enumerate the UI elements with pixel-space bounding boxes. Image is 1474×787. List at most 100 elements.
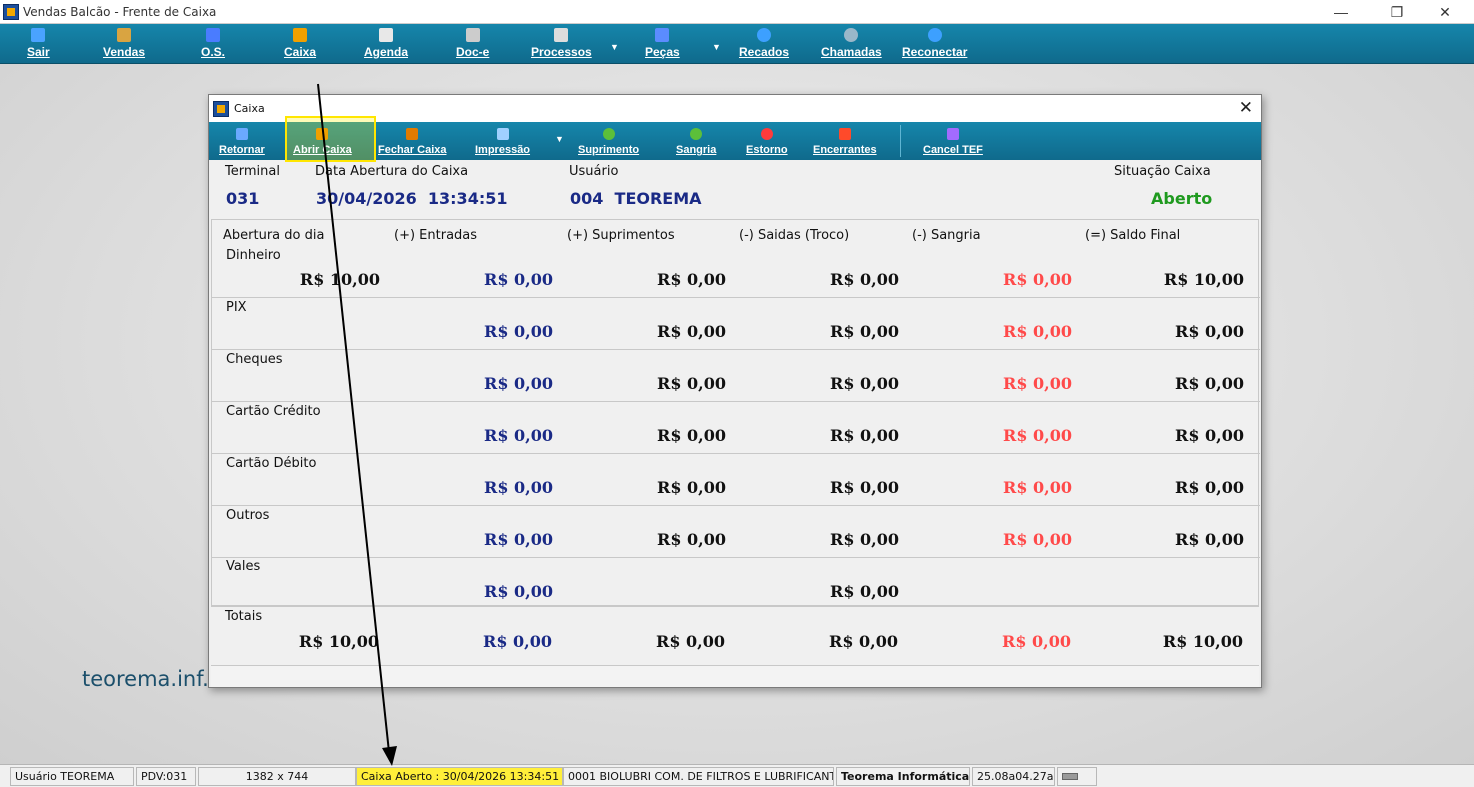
table-cell: R$ 0,00 [656, 632, 725, 651]
toolbar-pecas-button[interactable]: Peças [645, 24, 680, 64]
impressao-button[interactable]: Impressão [475, 122, 530, 160]
table-cell: R$ 10,00 [1162, 632, 1243, 651]
date-value: 30/04/2026 13:34:51 [316, 189, 508, 208]
fechar-caixa-button[interactable]: Fechar Caixa [378, 122, 446, 160]
table-cell: R$ 0,00 [484, 374, 553, 393]
table-cell: R$ 0,00 [830, 322, 899, 341]
status-caixa-aberto: Caixa Aberto : 30/04/2026 13:34:51 [356, 767, 563, 786]
headset-icon [844, 28, 859, 42]
money-bag-in-icon [602, 128, 615, 140]
toolbar-processos-button[interactable]: Processos [531, 24, 592, 64]
toolbar-os-button[interactable]: O.S. [201, 24, 225, 64]
window-title-bar: Vendas Balcão - Frente de Caixa — ❐ ✕ [0, 0, 1474, 24]
refresh-icon [927, 28, 942, 42]
encerrantes-button[interactable]: Encerrantes [813, 122, 877, 160]
toolbar-chamadas-button[interactable]: Chamadas [821, 24, 882, 64]
table-cell: R$ 0,00 [1175, 374, 1244, 393]
table-cell: R$ 0,00 [830, 426, 899, 445]
return-icon [235, 128, 248, 140]
row-label-dinheiro: Dinheiro [226, 248, 281, 263]
calendar-icon [379, 28, 393, 42]
cash-register-icon [293, 28, 308, 42]
row-divider [212, 297, 1260, 298]
toolbar-recados-button[interactable]: Recados [739, 24, 789, 64]
table-cell: R$ 0,00 [657, 426, 726, 445]
chat-bubble-icon [757, 28, 772, 42]
user-label: Usuário [569, 164, 619, 179]
abrir-caixa-button[interactable]: Abrir Caixa [293, 122, 352, 160]
dialog-footer [211, 665, 1259, 687]
tools-icon [206, 28, 220, 42]
toolbar-caixa-button[interactable]: Caixa [284, 24, 316, 64]
window-title: Vendas Balcão - Frente de Caixa [23, 4, 217, 19]
col-header-suprimentos: (+) Suprimentos [567, 228, 675, 243]
dialog-title: Caixa [234, 102, 265, 115]
table-cell: R$ 0,00 [657, 322, 726, 341]
col-header-sangria: (-) Sangria [912, 228, 981, 243]
table-cell: R$ 0,00 [1175, 322, 1244, 341]
table-cell: R$ 0,00 [483, 632, 552, 651]
cancel-tef-button[interactable]: Cancel TEF [923, 122, 983, 160]
pecas-dropdown-arrow-icon[interactable]: ▼ [712, 42, 721, 52]
dialog-toolbar: Retornar Abrir Caixa Fechar Caixa Impres… [209, 116, 1261, 162]
row-divider [212, 505, 1260, 506]
minimize-button[interactable]: — [1318, 0, 1364, 24]
row-label-totais: Totais [225, 609, 263, 624]
table-cell: R$ 10,00 [298, 632, 379, 651]
status-user: Usuário TEOREMA [10, 767, 134, 786]
exit-icon [31, 28, 46, 42]
row-label-cheques: Cheques [226, 352, 283, 367]
row-divider [212, 453, 1260, 454]
impressao-dropdown-arrow-icon[interactable]: ▼ [555, 134, 564, 144]
table-cell: R$ 0,00 [657, 530, 726, 549]
terminal-value: 031 [226, 189, 260, 208]
row-label-outros: Outros [226, 508, 270, 523]
box-icon [117, 28, 132, 42]
table-cell: R$ 0,00 [657, 374, 726, 393]
table-cell: R$ 0,00 [1003, 426, 1072, 445]
restore-button[interactable]: ❐ [1374, 0, 1420, 24]
retornar-button[interactable]: Retornar [219, 122, 265, 160]
table-cell: R$ 0,00 [1003, 374, 1072, 393]
row-label-cartao-credito: Cartão Crédito [226, 404, 321, 419]
table-cell: R$ 0,00 [484, 322, 553, 341]
row-label-pix: PIX [226, 300, 247, 315]
close-window-button[interactable]: ✕ [1422, 0, 1468, 24]
user-value: 004 TEOREMA [570, 189, 702, 208]
gear-icon [554, 28, 569, 42]
table-cell: R$ 0,00 [830, 582, 899, 601]
estorno-button[interactable]: Estorno [746, 122, 788, 160]
document-icon [465, 28, 480, 42]
status-pdv: PDV:031 [136, 767, 196, 786]
close-register-icon [406, 128, 419, 140]
app-icon [3, 3, 19, 20]
status-vendor: Teorema Informática [836, 767, 970, 786]
row-divider [212, 349, 1260, 350]
table-cell: R$ 0,00 [1003, 270, 1072, 289]
processos-dropdown-arrow-icon[interactable]: ▼ [610, 42, 619, 52]
fuel-pump-icon [838, 128, 851, 140]
money-bag-out-icon [690, 128, 703, 140]
main-toolbar: Sair Vendas O.S. Caixa Agenda Doc-e Proc… [0, 24, 1474, 64]
table-cell: R$ 0,00 [657, 478, 726, 497]
table-cell: R$ 0,00 [484, 270, 553, 289]
table-cell: R$ 0,00 [830, 478, 899, 497]
table-cell: R$ 0,00 [657, 270, 726, 289]
col-header-entradas: (+) Entradas [394, 228, 478, 243]
status-company: 0001 BIOLUBRI COM. DE FILTROS E LUBRIFIC… [563, 767, 834, 786]
suprimento-button[interactable]: Suprimento [578, 122, 639, 160]
toolbar-reconectar-button[interactable]: Reconectar [902, 24, 967, 64]
row-label-vales: Vales [226, 559, 261, 574]
dialog-close-button[interactable]: ✕ [1239, 98, 1253, 118]
status-bar: Usuário TEOREMA PDV:031 1382 x 744 Caixa… [0, 764, 1474, 787]
row-divider [212, 557, 1260, 558]
toolbar-doce-button[interactable]: Doc-e [456, 24, 489, 64]
terminal-label: Terminal [225, 164, 280, 179]
toolbar-vendas-button[interactable]: Vendas [103, 24, 145, 64]
status-resolution: 1382 x 744 [198, 767, 356, 786]
status-label: Situação Caixa [1114, 164, 1211, 179]
col-header-saidas: (-) Saidas (Troco) [739, 228, 850, 243]
toolbar-agenda-button[interactable]: Agenda [364, 24, 408, 64]
toolbar-sair-button[interactable]: Sair [27, 24, 50, 64]
sangria-button[interactable]: Sangria [676, 122, 716, 160]
